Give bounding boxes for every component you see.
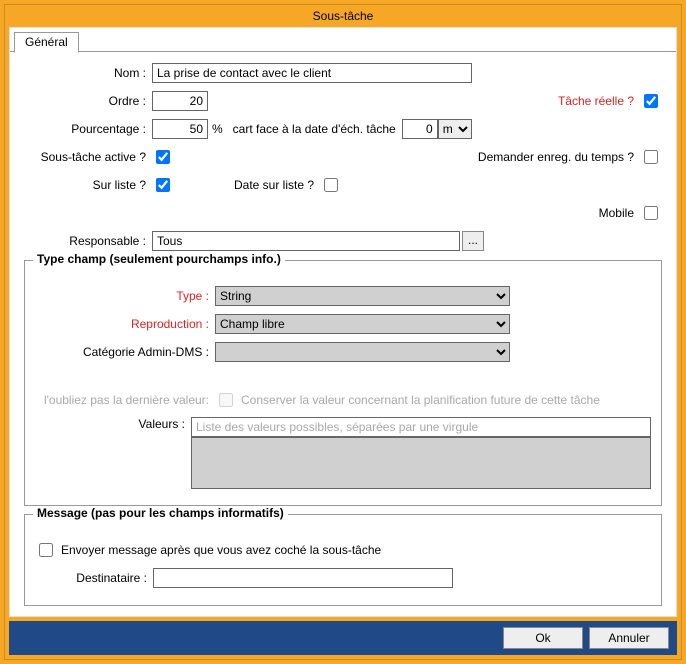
- destinataire-input[interactable]: [153, 568, 453, 588]
- pourcentage-label: Pourcentage :: [24, 122, 152, 136]
- oubliez-checkbox: [219, 393, 233, 407]
- date-sur-liste-checkbox[interactable]: [324, 178, 338, 192]
- pourcentage-input[interactable]: [152, 119, 208, 139]
- tab-general[interactable]: Général: [14, 32, 79, 53]
- soustache-active-label: Sous-tâche active ?: [24, 150, 152, 164]
- responsable-label: Responsable :: [24, 234, 152, 248]
- nom-input[interactable]: [152, 63, 472, 83]
- reproduction-label: Reproduction :: [35, 317, 215, 331]
- valeurs-textarea[interactable]: [191, 437, 651, 489]
- type-select[interactable]: String: [215, 286, 510, 306]
- dialog-window: Sous-tâche Général Nom : Ordre : Tâche r…: [4, 4, 682, 660]
- type-label: Type :: [35, 289, 215, 303]
- ordre-label: Ordre :: [24, 94, 152, 108]
- destinataire-label: Destinataire :: [35, 571, 153, 585]
- nom-label: Nom :: [24, 66, 152, 80]
- demander-enreg-checkbox[interactable]: [644, 150, 658, 164]
- categorie-select[interactable]: [215, 342, 510, 362]
- button-bar: Ok Annuler: [9, 621, 677, 655]
- cart-unit-select[interactable]: m: [438, 119, 472, 139]
- message-legend: Message (pas pour les champs informatifs…: [33, 506, 288, 520]
- mobile-label: Mobile: [599, 206, 640, 220]
- window-title: Sous-tâche: [5, 5, 681, 27]
- valeurs-label: Valeurs :: [35, 417, 191, 431]
- tache-reelle-checkbox[interactable]: [644, 94, 658, 108]
- ordre-input[interactable]: [152, 91, 208, 111]
- reproduction-select[interactable]: Champ libre: [215, 314, 510, 334]
- envoyer-label: Envoyer message après que vous avez coch…: [57, 543, 381, 557]
- oubliez-hint: Conserver la valeur concernant la planif…: [237, 393, 600, 407]
- tab-bar: Général: [10, 28, 676, 52]
- envoyer-checkbox[interactable]: [39, 543, 53, 557]
- categorie-label: Catégorie Admin-DMS :: [35, 345, 215, 359]
- cancel-button[interactable]: Annuler: [589, 627, 669, 649]
- oubliez-label: l'oubliez pas la dernière valeur:: [35, 393, 215, 407]
- date-sur-liste-label: Date sur liste ?: [234, 178, 320, 192]
- sur-liste-label: Sur liste ?: [24, 178, 152, 192]
- sur-liste-checkbox[interactable]: [156, 178, 170, 192]
- cart-label: cart face à la date d'éch. tâche: [227, 122, 402, 136]
- valeurs-hint: [191, 417, 651, 437]
- typechamp-legend: Type champ (seulement pourchamps info.): [33, 252, 285, 266]
- pourcentage-unit: %: [208, 122, 227, 136]
- responsable-input[interactable]: [152, 231, 460, 251]
- responsable-browse-button[interactable]: ...: [462, 231, 484, 251]
- typechamp-fieldset: Type champ (seulement pourchamps info.) …: [24, 260, 662, 506]
- ok-button[interactable]: Ok: [503, 627, 583, 649]
- mobile-checkbox[interactable]: [644, 206, 658, 220]
- content-area: Général Nom : Ordre : Tâche réelle ? Pou…: [9, 27, 677, 617]
- message-fieldset: Message (pas pour les champs informatifs…: [24, 514, 662, 606]
- demander-enreg-label: Demander enreg. du temps ?: [478, 150, 640, 164]
- tache-reelle-label: Tâche réelle ?: [558, 94, 640, 108]
- cart-input[interactable]: [402, 119, 438, 139]
- soustache-active-checkbox[interactable]: [156, 150, 170, 164]
